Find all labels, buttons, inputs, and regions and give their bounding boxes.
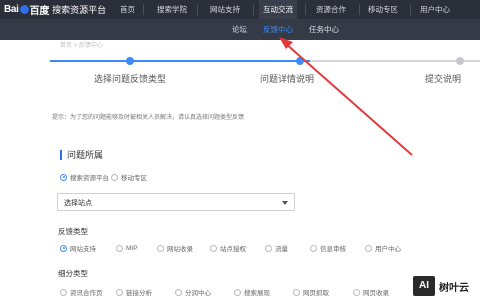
breadcrumb: 首页 > 反馈中心 xyxy=(60,43,103,49)
radio-label: 网站支持 xyxy=(70,246,96,253)
radio-label: 搜索展现 xyxy=(244,290,270,297)
radio-option[interactable]: 网页抓取 xyxy=(293,287,329,297)
section-title: 问题所属 xyxy=(60,148,103,161)
radio-icon xyxy=(111,173,118,181)
chevron-down-icon xyxy=(282,201,288,205)
radio-icon xyxy=(310,244,317,252)
top-nav-bar: Bai 百度 搜索资源平台 xyxy=(0,0,480,19)
radio-option[interactable]: 网页收录 xyxy=(353,287,389,297)
radio-icon xyxy=(116,288,123,296)
owner-radio-group: 搜索资源平台 移动专区 xyxy=(60,172,260,182)
radio-label: MIP xyxy=(126,244,138,252)
radio-option[interactable]: 用户中心 xyxy=(365,243,401,253)
feedback-type-label: 反馈类型 xyxy=(58,227,88,236)
progress-steps: 选择问题反馈类型 问题详情说明 提交说明 xyxy=(0,52,480,94)
radio-label: 信息审核 xyxy=(320,246,346,253)
sub-nav-forum[interactable]: 论坛 xyxy=(232,19,247,40)
baidu-logo[interactable]: Bai 百度 搜索资源平台 xyxy=(4,0,106,19)
step-dot-2 xyxy=(296,57,304,65)
site-select[interactable]: 选择站点 xyxy=(57,193,295,211)
feedback-type-radio-group: 网站支持 MIP 网站收录 站点授权 流量 信息审核 用户中心 xyxy=(60,243,480,253)
step-label-2: 问题详情说明 xyxy=(260,74,315,84)
radio-label: 站点授权 xyxy=(220,246,246,253)
radio-label: 链接分析 xyxy=(126,290,152,297)
radio-option[interactable]: 网站收录 xyxy=(157,243,193,253)
radio-option[interactable]: 站点授权 xyxy=(210,243,246,253)
radio-option[interactable]: MIP xyxy=(116,244,138,252)
nav-divider xyxy=(359,4,360,15)
step-dot-3 xyxy=(456,57,464,65)
nav-item-mobile-zone[interactable]: 移动专区 xyxy=(368,0,398,19)
radio-option[interactable]: 资讯合作页 xyxy=(60,287,103,297)
radio-icon xyxy=(365,244,372,252)
step-label-1: 选择问题反馈类型 xyxy=(94,74,167,84)
nav-item-home[interactable]: 首页 xyxy=(120,0,135,19)
radio-option[interactable]: 网站支持 xyxy=(60,243,96,253)
radio-option[interactable]: 信息审核 xyxy=(310,243,346,253)
step-label-3: 提交说明 xyxy=(425,74,462,84)
radio-icon xyxy=(175,288,182,296)
step-dot-1 xyxy=(126,57,134,65)
radio-option[interactable]: 搜索资源平台 xyxy=(60,172,109,182)
nav-divider xyxy=(410,4,411,15)
sub-type-label: 细分类型 xyxy=(58,269,88,278)
radio-icon xyxy=(60,288,67,296)
watermark-logo: AI xyxy=(413,276,435,296)
radio-option[interactable]: 搜索展现 xyxy=(234,287,270,297)
radio-icon xyxy=(265,244,272,252)
radio-label: 搜索资源平台 xyxy=(70,175,109,182)
nav-item-user-center[interactable]: 用户中心 xyxy=(420,0,450,19)
hint-text: 提示：为了您的问题能够及时被相关人员解决，请认真选择问题类型反馈 xyxy=(52,115,245,121)
section-title-text: 问题所属 xyxy=(67,150,104,160)
nav-divider xyxy=(197,4,198,15)
radio-icon xyxy=(116,244,123,252)
nav-divider xyxy=(253,4,254,15)
radio-label: 网页抓取 xyxy=(303,290,329,297)
sub-nav-bar: 论坛 反馈中心 任务中心 xyxy=(0,19,480,40)
site-select-value: 选择站点 xyxy=(64,200,92,207)
radio-selected-icon xyxy=(60,173,67,181)
nav-item-academy[interactable]: 搜索学院 xyxy=(157,0,187,19)
step-line-pending xyxy=(310,60,480,62)
sub-nav-task-center[interactable]: 任务中心 xyxy=(309,19,339,40)
radio-icon xyxy=(293,288,300,296)
radio-label: 资讯合作页 xyxy=(70,290,103,297)
radio-label: 分润中心 xyxy=(185,290,211,297)
radio-label: 移动专区 xyxy=(121,175,147,182)
radio-label: 流量 xyxy=(275,246,288,253)
step-line-done xyxy=(50,60,310,62)
watermark: AI 树叶云 xyxy=(413,272,480,300)
sub-nav-feedback-center[interactable]: 反馈中心 xyxy=(263,19,293,40)
radio-icon xyxy=(234,288,241,296)
nav-item-resource-coop[interactable]: 资源合作 xyxy=(316,0,346,19)
radio-selected-icon xyxy=(60,244,67,252)
radio-option[interactable]: 分润中心 xyxy=(175,287,211,297)
logo-text-left: Bai xyxy=(4,4,19,15)
radio-label: 网站收录 xyxy=(167,246,193,253)
radio-label: 网页收录 xyxy=(363,290,389,297)
radio-icon xyxy=(210,244,217,252)
radio-option[interactable]: 移动专区 xyxy=(111,172,147,182)
radio-icon xyxy=(353,288,360,296)
nav-divider xyxy=(305,4,306,15)
watermark-text: 树叶云 xyxy=(439,282,469,294)
radio-label: 用户中心 xyxy=(375,246,401,253)
nav-divider xyxy=(143,4,144,15)
logo-text-right: 百度 xyxy=(29,6,50,17)
radio-icon xyxy=(157,244,164,252)
nav-item-site-support[interactable]: 网站支持 xyxy=(210,0,240,19)
radio-option[interactable]: 链接分析 xyxy=(116,287,152,297)
sub-type-radio-group: 资讯合作页 链接分析 分润中心 搜索展现 网页抓取 网页收录 xyxy=(60,287,420,297)
platform-title: 搜索资源平台 xyxy=(52,5,107,15)
radio-option[interactable]: 流量 xyxy=(265,243,288,253)
nav-item-interaction[interactable]: 互动交流 xyxy=(259,0,297,19)
section-accent-bar xyxy=(60,149,62,160)
baidu-paw-icon xyxy=(19,5,29,14)
